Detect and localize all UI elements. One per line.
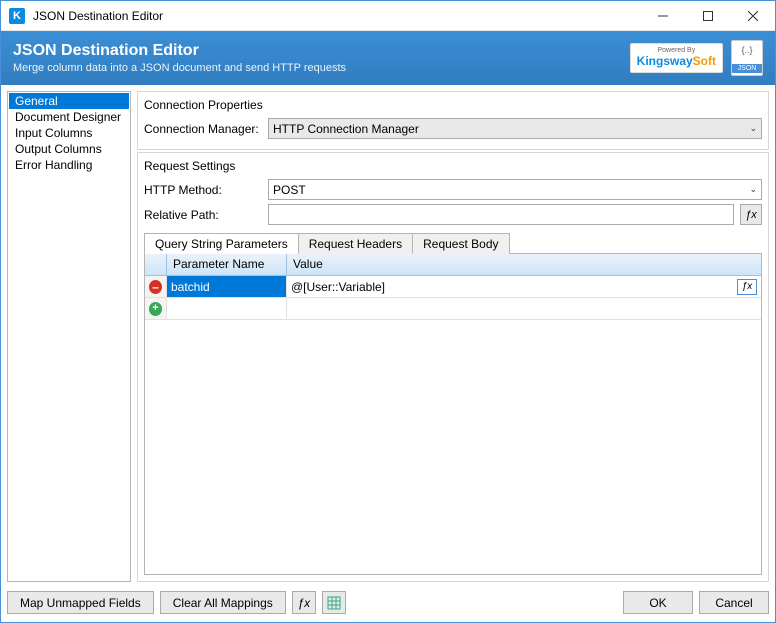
request-tabs: Query String Parameters Request Headers … bbox=[144, 233, 762, 254]
footer: Map Unmapped Fields Clear All Mappings ƒ… bbox=[1, 588, 775, 622]
tab-request-headers[interactable]: Request Headers bbox=[298, 233, 413, 254]
window: K JSON Destination Editor JSON Destinati… bbox=[0, 0, 776, 623]
connection-manager-label: Connection Manager: bbox=[144, 122, 262, 136]
relative-path-label: Relative Path: bbox=[144, 208, 262, 222]
powered-by-label: Powered By bbox=[657, 47, 695, 54]
sidebar: General Document Designer Input Columns … bbox=[7, 91, 131, 582]
parameter-value-cell[interactable]: @[User::Variable] ƒx bbox=[287, 276, 761, 298]
minimize-button[interactable] bbox=[640, 1, 685, 30]
chevron-down-icon: ⌄ bbox=[749, 184, 757, 195]
http-method-value: POST bbox=[273, 183, 306, 197]
connection-properties-title: Connection Properties bbox=[144, 98, 762, 112]
grid-icon bbox=[327, 596, 341, 610]
cancel-button[interactable]: Cancel bbox=[699, 591, 769, 614]
parameter-name-cell-empty[interactable] bbox=[167, 298, 287, 320]
parameter-value-text: @[User::Variable] bbox=[291, 280, 385, 294]
clear-all-mappings-button[interactable]: Clear All Mappings bbox=[160, 591, 286, 614]
ok-button[interactable]: OK bbox=[623, 591, 693, 614]
grid-header-name: Parameter Name bbox=[167, 254, 287, 275]
grid-header-icon-col bbox=[145, 254, 167, 275]
relative-path-row: Relative Path: ƒx bbox=[144, 204, 762, 225]
http-method-select[interactable]: POST ⌄ bbox=[268, 179, 762, 200]
header: JSON Destination Editor Merge column dat… bbox=[1, 31, 775, 85]
maximize-button[interactable] bbox=[685, 1, 730, 30]
titlebar: K JSON Destination Editor bbox=[1, 1, 775, 31]
tab-query-string-parameters[interactable]: Query String Parameters bbox=[144, 233, 299, 254]
brand-logo: Powered By KingswaySoft bbox=[630, 43, 723, 73]
header-subtitle: Merge column data into a JSON document a… bbox=[13, 62, 630, 74]
relative-path-input[interactable] bbox=[268, 204, 734, 225]
request-settings-title: Request Settings bbox=[144, 159, 762, 173]
tab-body: Parameter Name Value – batchid @[User::V… bbox=[144, 253, 762, 575]
close-button[interactable] bbox=[730, 1, 775, 30]
connection-properties-group: Connection Properties Connection Manager… bbox=[137, 91, 769, 150]
sidebar-item-document-designer[interactable]: Document Designer bbox=[9, 109, 129, 125]
connection-manager-select[interactable]: HTTP Connection Manager ⌄ bbox=[268, 118, 762, 139]
body: General Document Designer Input Columns … bbox=[1, 85, 775, 588]
delete-row-button[interactable]: – bbox=[145, 276, 167, 298]
header-logos: Powered By KingswaySoft bbox=[630, 40, 763, 76]
http-method-label: HTTP Method: bbox=[144, 183, 262, 197]
sidebar-item-output-columns[interactable]: Output Columns bbox=[9, 141, 129, 157]
fx-icon: ƒx bbox=[297, 596, 310, 610]
grid-row[interactable]: – batchid @[User::Variable] ƒx bbox=[145, 276, 761, 298]
grid-header-value: Value bbox=[287, 254, 761, 275]
add-row-button[interactable]: + bbox=[145, 298, 167, 320]
grid-new-row[interactable]: + bbox=[145, 298, 761, 320]
map-unmapped-fields-button[interactable]: Map Unmapped Fields bbox=[7, 591, 154, 614]
app-icon: K bbox=[9, 8, 25, 24]
request-settings-group: Request Settings HTTP Method: POST ⌄ Rel… bbox=[137, 152, 769, 582]
grid-body: – batchid @[User::Variable] ƒx + bbox=[145, 276, 761, 574]
parameter-name-cell[interactable]: batchid bbox=[167, 276, 287, 298]
sidebar-item-input-columns[interactable]: Input Columns bbox=[9, 125, 129, 141]
plus-icon: + bbox=[149, 302, 162, 316]
connection-manager-row: Connection Manager: HTTP Connection Mana… bbox=[144, 118, 762, 139]
chevron-down-icon: ⌄ bbox=[749, 123, 757, 134]
sidebar-item-general[interactable]: General bbox=[9, 93, 129, 109]
main: Connection Properties Connection Manager… bbox=[137, 91, 769, 582]
window-controls bbox=[640, 1, 775, 30]
window-title: JSON Destination Editor bbox=[33, 9, 640, 23]
sidebar-item-error-handling[interactable]: Error Handling bbox=[9, 157, 129, 173]
connection-manager-value: HTTP Connection Manager bbox=[273, 122, 419, 136]
expression-editor-button[interactable]: ƒx bbox=[292, 591, 316, 614]
grid-header: Parameter Name Value bbox=[145, 254, 761, 276]
value-fx-button[interactable]: ƒx bbox=[737, 279, 757, 295]
http-method-row: HTTP Method: POST ⌄ bbox=[144, 179, 762, 200]
grid-tool-button[interactable] bbox=[322, 591, 346, 614]
header-text: JSON Destination Editor Merge column dat… bbox=[13, 42, 630, 74]
header-title: JSON Destination Editor bbox=[13, 42, 630, 60]
brand-name: KingswaySoft bbox=[637, 54, 716, 69]
relative-path-fx-button[interactable]: ƒx bbox=[740, 204, 762, 225]
tab-request-body[interactable]: Request Body bbox=[412, 233, 509, 254]
json-icon bbox=[731, 40, 763, 76]
minus-icon: – bbox=[149, 280, 162, 294]
parameter-value-cell-empty[interactable] bbox=[287, 298, 761, 320]
